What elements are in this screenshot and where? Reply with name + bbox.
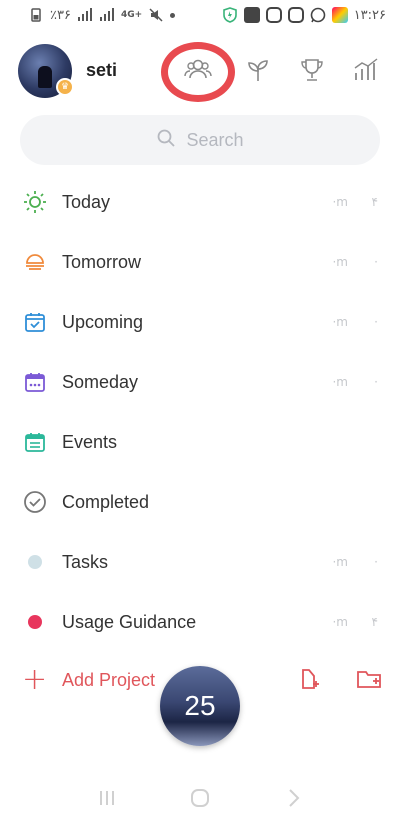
list-item-label: Tomorrow (62, 251, 142, 272)
whatsapp-icon (310, 7, 326, 23)
home-icon[interactable] (185, 783, 215, 813)
signal-icon (77, 7, 93, 23)
search-placeholder: Search (186, 129, 244, 150)
add-tag-icon[interactable] (296, 666, 322, 696)
list-item-label: Someday (62, 371, 139, 392)
list-item-label: Completed (62, 491, 150, 512)
list-item-label: Upcoming (62, 311, 144, 332)
dot-icon (22, 549, 48, 575)
instagram-icon-2 (287, 7, 304, 23)
sunset-icon (22, 249, 48, 275)
plus-icon[interactable]: + (22, 665, 48, 695)
header: ♛ seti (0, 42, 400, 102)
network-type: 4G+ (120, 10, 143, 20)
system-nav-bar (0, 774, 400, 822)
username[interactable]: seti (86, 60, 117, 81)
list-item-minutes: ·m (332, 555, 348, 569)
search-bar[interactable]: Search (20, 115, 380, 165)
list-item-tomorrow[interactable]: Tomorrow ·m · (0, 232, 400, 292)
status-left: ٪۳۶ 4G+ (28, 7, 176, 23)
stats-icon[interactable] (346, 50, 386, 90)
list-item-count: ۴ (371, 615, 378, 629)
battery-percent: ٪۳۶ (50, 7, 71, 23)
list-item-usage-guidance[interactable]: Usage Guidance ·m ۴ (0, 592, 400, 652)
status-time: ۱۳:۲۶ (353, 7, 386, 23)
status-right: ۱۳:۲۶ (222, 7, 386, 23)
add-actions (296, 666, 382, 696)
list-item-completed[interactable]: Completed (0, 472, 400, 532)
signal-icon-2 (99, 7, 115, 23)
mute-icon (148, 7, 164, 23)
status-bar: ٪۳۶ 4G+ ۱۳:۲۶ (0, 0, 400, 30)
list-item-count: · (374, 555, 378, 569)
alert-icon (243, 7, 260, 23)
avatar[interactable]: ♛ (18, 44, 74, 98)
sun-icon (22, 189, 48, 215)
status-dot (170, 12, 176, 18)
list-item-minutes: ·m (332, 315, 348, 329)
avatar-figure (38, 66, 52, 88)
list-item-count: · (374, 315, 378, 329)
list-item-label: Usage Guidance (62, 611, 197, 632)
list-item-minutes: ·m (332, 195, 348, 209)
list-item-today[interactable]: Today ·m ۴ (0, 172, 400, 232)
list-item-someday[interactable]: Someday ·m · (0, 352, 400, 412)
shield-icon (222, 7, 238, 23)
list-item-minutes: ·m (332, 375, 348, 389)
project-list: Today ·m ۴ Tomorrow ·m · Upcoming ·m · S… (0, 172, 400, 652)
search-icon (156, 128, 176, 153)
list-item-upcoming[interactable]: Upcoming ·m · (0, 292, 400, 352)
add-project-button[interactable]: Add Project (62, 670, 155, 691)
crown-icon: ♛ (56, 78, 74, 96)
dot-icon (22, 609, 48, 635)
list-item-label: Tasks (62, 551, 109, 572)
list-item-count: · (374, 255, 378, 269)
calendar-dots-icon (22, 369, 48, 395)
add-folder-icon[interactable] (356, 666, 382, 696)
people-icon[interactable] (178, 50, 218, 90)
sprout-icon[interactable] (238, 50, 278, 90)
list-item-count: · (374, 375, 378, 389)
list-item-minutes: ·m (332, 615, 348, 629)
list-item-minutes: ·m (332, 255, 348, 269)
recent-apps-icon[interactable] (92, 783, 122, 813)
instagram-icon (265, 7, 282, 23)
app-notification-icon (331, 7, 348, 23)
list-item-label: Today (62, 191, 111, 212)
trophy-icon[interactable] (292, 50, 332, 90)
floating-timer-button[interactable]: 25 (160, 666, 240, 746)
check-circle-icon (22, 489, 48, 515)
calendar-grid-icon (22, 429, 48, 455)
list-item-events[interactable]: Events (0, 412, 400, 472)
timer-value: 25 (184, 690, 216, 721)
list-item-tasks[interactable]: Tasks ·m · (0, 532, 400, 592)
list-item-label: Events (62, 431, 118, 452)
battery-icon (28, 7, 44, 23)
list-item-count: ۴ (371, 195, 378, 209)
back-icon[interactable] (278, 783, 308, 813)
calendar-check-icon (22, 309, 48, 335)
